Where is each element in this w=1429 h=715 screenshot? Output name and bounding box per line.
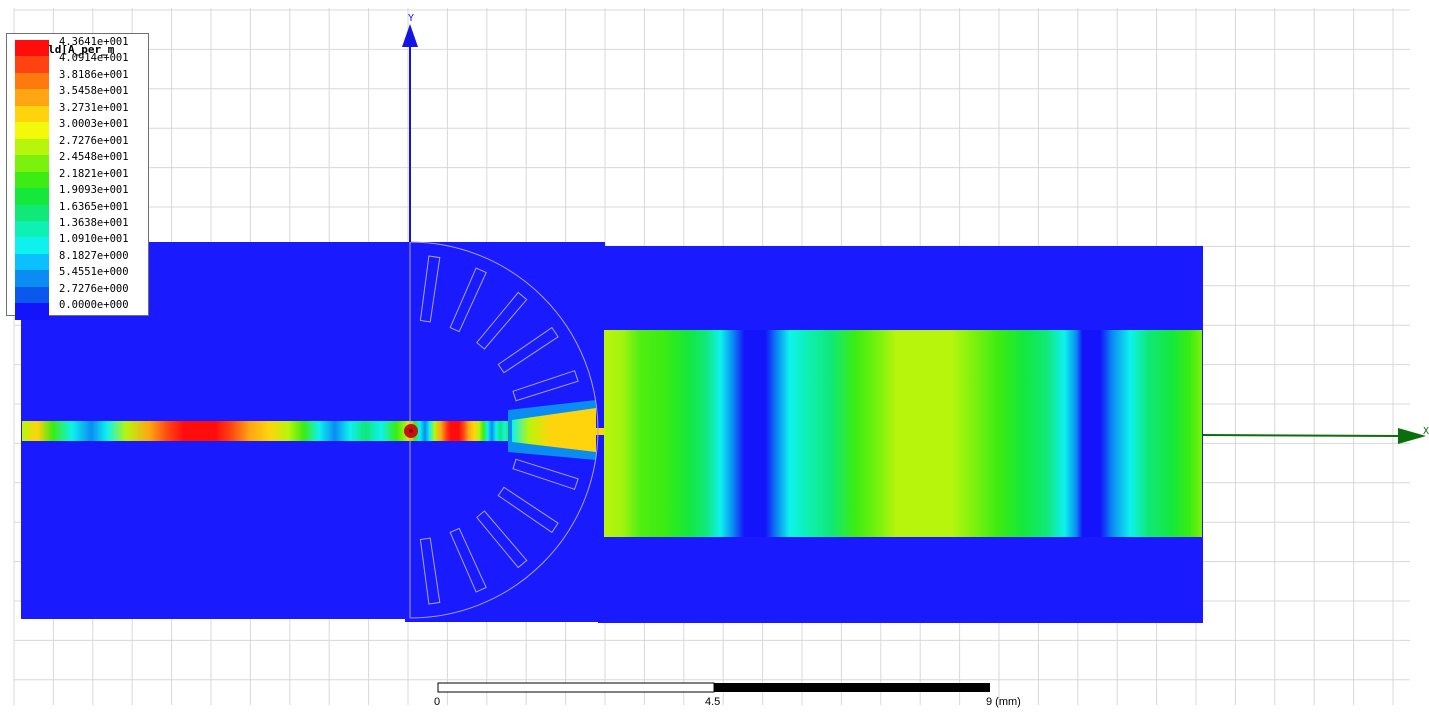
legend-label: 4.0914e+001 <box>59 52 129 65</box>
legend-swatch <box>15 40 49 57</box>
x-axis: X <box>1202 426 1429 444</box>
legend-swatch <box>15 204 49 221</box>
legend-label: 8.1827e+000 <box>59 249 129 262</box>
legend-label: 2.4548e+001 <box>59 151 129 164</box>
feed-line-continuation <box>406 421 512 441</box>
legend-swatch <box>15 72 49 90</box>
legend-label: 3.0003e+001 <box>59 118 129 131</box>
x-axis-label: X <box>1423 426 1429 437</box>
field-plot-canvas[interactable]: Y X <box>0 0 1429 711</box>
scale-label-mid: 4.5 <box>705 696 721 708</box>
legend-label: 1.9093e+001 <box>59 184 129 197</box>
legend-label: 3.2731e+001 <box>59 101 129 114</box>
legend-label: 5.4551e+000 <box>59 266 129 279</box>
legend-swatch <box>15 253 49 271</box>
legend-swatch <box>15 286 49 304</box>
legend-swatch <box>15 56 49 73</box>
legend-swatch <box>15 89 49 106</box>
legend-swatch <box>15 105 49 123</box>
legend-label: 2.1821e+001 <box>59 167 129 180</box>
waveguide-section <box>604 330 1202 537</box>
legend-swatch <box>15 138 49 156</box>
legend-swatch <box>15 155 49 172</box>
legend-label: 4.3641e+001 <box>59 36 129 48</box>
color-legend[interactable]: H Field[A_per_m 4.3641e+001 4.0914e+001 3.… <box>6 33 149 320</box>
scale-bar-white-segment <box>437 682 715 693</box>
legend-swatch <box>15 270 49 287</box>
legend-swatch <box>15 237 49 254</box>
legend-swatch <box>15 171 49 189</box>
legend-label: 3.5458e+001 <box>59 85 129 98</box>
x-axis-arrowhead <box>1398 428 1426 444</box>
scale-label-end: 9 (mm) <box>986 696 1021 708</box>
taper-tip <box>596 428 604 435</box>
legend-swatch <box>15 220 49 238</box>
legend-label: 2.7276e+001 <box>59 134 129 147</box>
y-axis-arrowhead <box>402 24 418 47</box>
legend-label: 0.0000e+000 <box>59 299 129 312</box>
port-marker-center <box>409 429 413 433</box>
scale-bar-black-segment <box>714 683 990 692</box>
legend-swatch <box>15 188 49 205</box>
scale-label-start: 0 <box>434 696 441 708</box>
scale-bar <box>437 682 990 693</box>
legend-label: 3.8186e+001 <box>59 68 129 81</box>
legend-label: 1.6365e+001 <box>59 200 129 213</box>
x-axis-line <box>1202 434 1401 437</box>
feed-line <box>22 421 408 441</box>
legend-label: 1.0910e+001 <box>59 233 129 246</box>
y-axis: Y <box>402 13 418 242</box>
y-axis-label: Y <box>408 13 414 24</box>
legend-swatch <box>15 303 49 320</box>
field-plot-viewport[interactable]: Y X 0 4.5 9 (mm) H Field[A_per_m 4.3641e… <box>0 0 1429 711</box>
legend-swatch <box>15 122 49 139</box>
legend-label: 1.3638e+001 <box>59 216 129 229</box>
legend-label: 2.7276e+000 <box>59 282 129 295</box>
